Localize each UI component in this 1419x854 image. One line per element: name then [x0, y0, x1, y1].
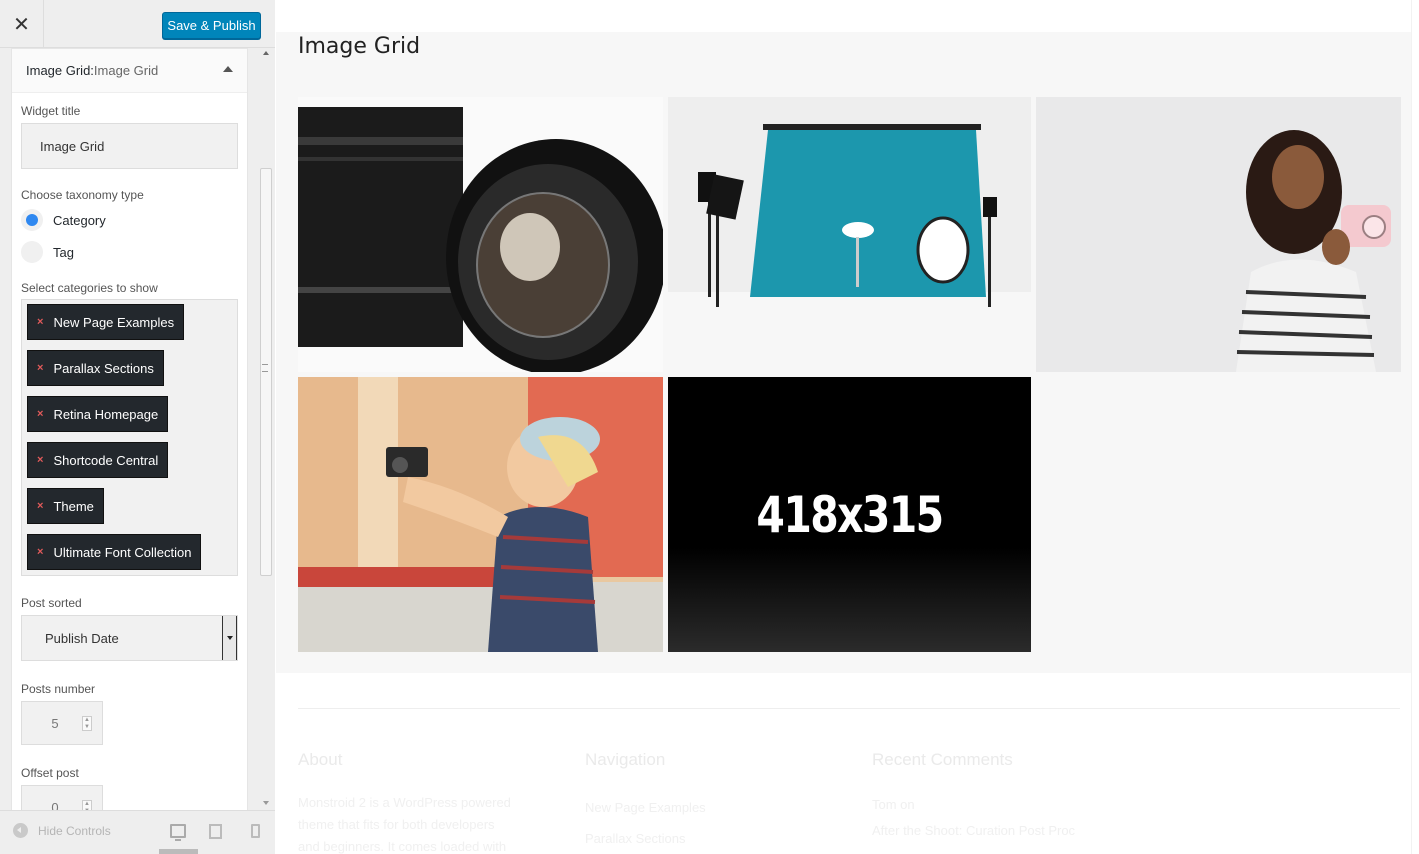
offset-post-input[interactable]: 0 ▲▼	[21, 785, 103, 810]
collapse-arrow-icon[interactable]	[223, 66, 233, 72]
stepper-icon[interactable]: ▲▼	[82, 800, 92, 810]
radio-tag[interactable]: Tag	[21, 236, 238, 268]
scrollbar-thumb[interactable]	[260, 168, 272, 576]
chip-label: Shortcode Central	[53, 452, 159, 468]
footer-about-line: theme that fits for both developers	[298, 817, 495, 832]
remove-chip-icon[interactable]: ×	[37, 362, 43, 374]
widget-title-input[interactable]: Image Grid	[21, 123, 238, 169]
category-chip[interactable]: × Theme	[27, 488, 104, 524]
categories-label: Select categories to show	[21, 281, 158, 295]
category-chip[interactable]: × Shortcode Central	[27, 442, 169, 478]
footer-about-line: and beginners. It comes loaded with	[298, 839, 507, 854]
radio-category-label: Category	[53, 212, 106, 228]
offset-post-value: 0	[51, 799, 59, 811]
customizer-footer: Hide Controls	[0, 810, 275, 854]
widget-name-label: Image Grid	[93, 63, 159, 78]
posts-number-label: Posts number	[21, 682, 96, 696]
posts-number-value: 5	[51, 715, 59, 731]
footer-about-title: About	[298, 750, 343, 769]
widget-body: Widget title Image Grid Choose taxonomy …	[12, 104, 247, 810]
scroll-grip-icon	[262, 364, 268, 372]
chip-label: Theme	[53, 498, 94, 514]
footer-navigation-links: New Page Examples Parallax Sections	[585, 792, 706, 854]
chip-label: Retina Homepage	[53, 406, 159, 422]
radio-tag-label: Tag	[53, 244, 74, 260]
footer-divider	[298, 708, 1400, 709]
section-title: Image Grid	[298, 34, 421, 59]
stepper-icon[interactable]: ▲▼	[82, 716, 92, 731]
chip-label: Ultimate Font Collection	[53, 544, 192, 560]
customizer-sidebar: ✕ Save & Publish Image Grid: Image Grid …	[0, 0, 275, 854]
widget-card: Image Grid: Image Grid Widget title Imag…	[11, 48, 248, 810]
widget-type-label: Image Grid:	[26, 63, 94, 78]
category-chip[interactable]: × Ultimate Font Collection	[27, 534, 202, 570]
grid-image-placeholder[interactable]: 418x315	[668, 377, 1031, 652]
footer-comment-author[interactable]: Tom on	[872, 792, 1075, 818]
collapse-icon	[13, 823, 28, 838]
active-device-indicator	[159, 849, 198, 854]
hide-controls-button[interactable]: Hide Controls	[13, 823, 111, 838]
posts-number-input[interactable]: 5 ▲ ▼	[21, 701, 103, 745]
footer-navigation-title: Navigation	[585, 750, 666, 769]
taxonomy-label: Choose taxonomy type	[21, 188, 144, 202]
mobile-icon[interactable]	[251, 824, 260, 838]
footer-about-text: Monstroid 2 is a WordPress powered theme…	[298, 792, 511, 854]
post-sorted-value: Publish Date	[45, 630, 119, 646]
radio-category[interactable]: Category	[21, 204, 238, 236]
remove-chip-icon[interactable]: ×	[37, 316, 43, 328]
preview-scrollbar[interactable]	[1411, 0, 1419, 854]
remove-chip-icon[interactable]: ×	[37, 546, 43, 558]
footer-comments-list: Tom on After the Shoot: Curation Post Pr…	[872, 792, 1075, 844]
footer-comment-link[interactable]: After the Shoot: Curation Post Proc	[872, 818, 1075, 844]
site-preview: Image Grid 418x315 About Monstroid 2 is …	[276, 0, 1419, 854]
radio-category-button[interactable]	[21, 209, 43, 231]
footer-nav-link[interactable]: New Page Examples	[585, 792, 706, 823]
category-chip[interactable]: × Retina Homepage	[27, 396, 169, 432]
customizer-screen: ✕ Save & Publish Image Grid: Image Grid …	[0, 0, 1419, 854]
widget-title-label: Widget title	[21, 104, 81, 118]
customizer-header: ✕ Save & Publish	[0, 0, 275, 48]
scroll-up-icon[interactable]	[263, 51, 269, 55]
remove-chip-icon[interactable]: ×	[37, 454, 43, 466]
post-sorted-select[interactable]: Publish Date	[21, 615, 238, 661]
post-sorted-label: Post sorted	[21, 596, 82, 610]
tablet-icon[interactable]	[209, 824, 222, 839]
controls-panel: Image Grid: Image Grid Widget title Imag…	[11, 48, 248, 810]
radio-tag-button[interactable]	[21, 241, 43, 263]
grid-image-lens[interactable]	[298, 97, 663, 372]
remove-chip-icon[interactable]: ×	[37, 500, 43, 512]
placeholder-size-text: 418x315	[756, 485, 944, 544]
chip-label: Parallax Sections	[53, 360, 154, 376]
hide-controls-label: Hide Controls	[38, 823, 111, 838]
category-chip[interactable]: × Parallax Sections	[27, 350, 164, 386]
footer-comments-title: Recent Comments	[872, 750, 1013, 769]
chip-label: New Page Examples	[53, 314, 175, 330]
chevron-down-icon[interactable]	[222, 616, 237, 660]
categories-select[interactable]: × New Page Examples × Parallax Sections × R…	[21, 299, 238, 576]
scroll-down-icon[interactable]	[263, 801, 269, 805]
grid-image-photographer[interactable]	[298, 377, 663, 652]
footer-about-line: Monstroid 2 is a WordPress powered	[298, 795, 511, 810]
remove-chip-icon[interactable]: ×	[37, 408, 43, 420]
category-chip[interactable]: × New Page Examples	[27, 304, 185, 340]
image-grid-section: Image Grid 418x315	[276, 32, 1411, 673]
offset-post-label: Offset post	[21, 766, 79, 780]
save-publish-button[interactable]: Save & Publish	[162, 12, 261, 39]
desktop-icon[interactable]	[170, 824, 186, 841]
widget-header[interactable]: Image Grid: Image Grid	[12, 49, 247, 93]
close-icon[interactable]: ✕	[0, 0, 44, 48]
sidebar-scrollbar[interactable]	[258, 48, 275, 810]
footer-nav-link[interactable]: Parallax Sections	[585, 823, 706, 854]
grid-image-studio[interactable]	[668, 97, 1031, 372]
grid-image-woman-camera[interactable]	[1036, 97, 1401, 372]
